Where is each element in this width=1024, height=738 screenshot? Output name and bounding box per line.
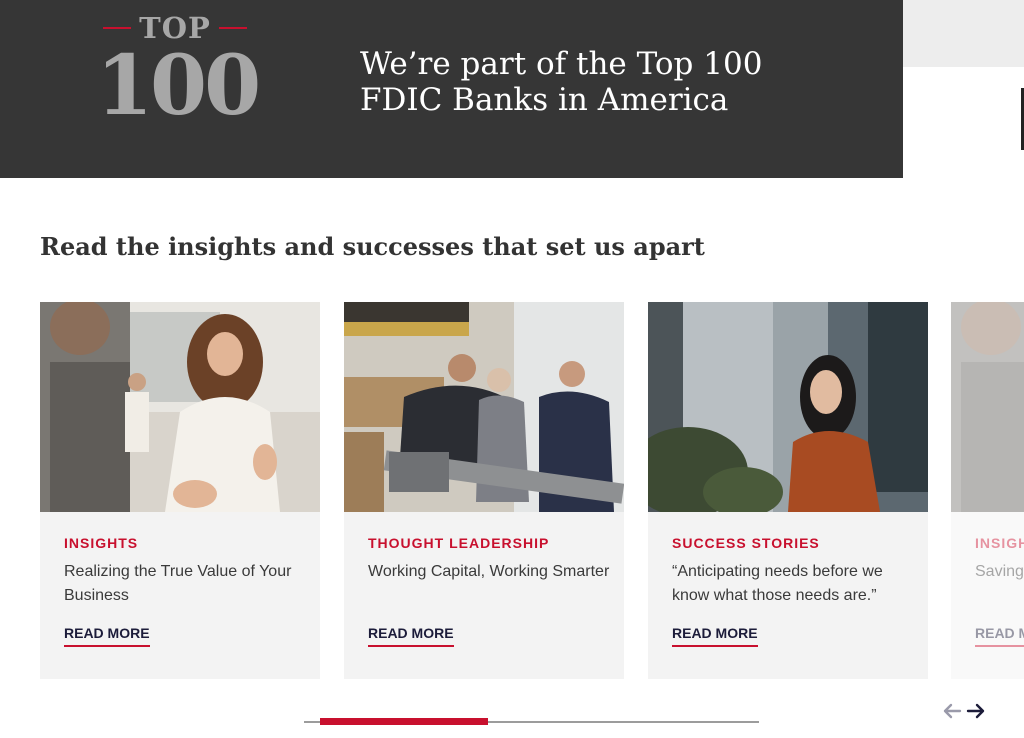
carousel-progress-fill (320, 718, 488, 725)
article-card[interactable]: SUCCESS STORIES “Anticipating needs befo… (648, 302, 928, 679)
logo-number: 100 (96, 38, 261, 134)
read-more-link[interactable]: READ MORE (64, 625, 150, 647)
woman-city-buildings-photo (648, 302, 928, 512)
banner-headline: We’re part of the Top 100 FDIC Banks in … (360, 46, 860, 118)
card-title: Working Capital, Working Smarter (368, 563, 610, 580)
section-heading: Read the insights and successes that set… (40, 232, 705, 261)
read-more-link[interactable]: READ MORE (368, 625, 454, 647)
woman-smiling-office-photo (40, 302, 320, 512)
logo-dash-left (103, 27, 132, 29)
article-card[interactable]: THOUGHT LEADERSHIP Working Capital, Work… (344, 302, 624, 679)
arrow-left-icon[interactable] (940, 700, 964, 722)
top-100-logo: TOP 100 (96, 10, 261, 134)
header-side-panel (903, 0, 1024, 67)
top-100-banner: TOP 100 We’re part of the Top 100 FDIC B… (0, 0, 903, 178)
logo-dash-right (218, 27, 247, 29)
card-title: Saving (975, 563, 1024, 580)
read-more-link[interactable]: READ MORE (672, 625, 758, 647)
woman-smiling-office-photo (951, 302, 1024, 512)
card-title: “Anticipating needs before we know what … (672, 563, 883, 604)
handshake-warehouse-photo (344, 302, 624, 512)
card-category: SUCCESS STORIES (672, 535, 820, 551)
card-category: INSIGHTS (975, 535, 1024, 551)
article-card-partial[interactable]: INSIGHTS Saving READ MORE (951, 302, 1024, 679)
read-more-link[interactable]: READ MORE (975, 625, 1024, 647)
banner-headline-line-1: We’re part of the Top 100 (360, 46, 763, 82)
arrow-right-icon[interactable] (964, 700, 988, 722)
card-category: THOUGHT LEADERSHIP (368, 535, 550, 551)
card-category: INSIGHTS (64, 535, 139, 551)
card-title: Realizing the True Value of Your Busines… (64, 563, 292, 604)
banner-headline-line-2: FDIC Banks in America (360, 82, 729, 118)
article-card[interactable]: INSIGHTS Realizing the True Value of You… (40, 302, 320, 679)
carousel-progress-track (304, 718, 759, 725)
